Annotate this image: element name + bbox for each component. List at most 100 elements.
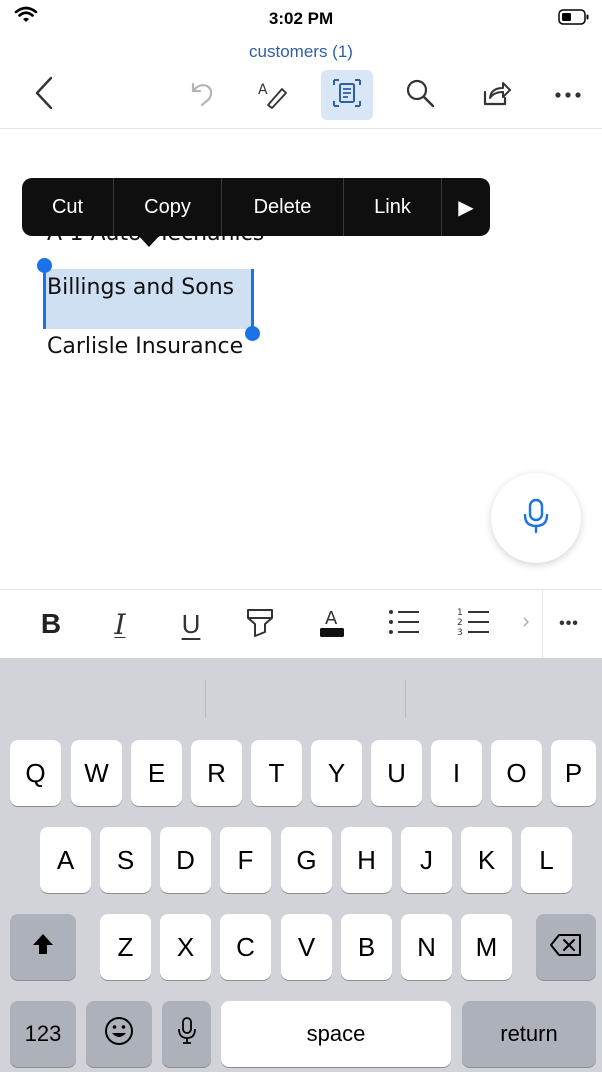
key-g[interactable]: G [281, 827, 332, 893]
dictation-key[interactable] [162, 1001, 211, 1067]
key-c[interactable]: C [220, 914, 271, 980]
selection-start-handle[interactable] [37, 258, 52, 273]
undo-button[interactable] [176, 70, 228, 120]
context-menu-cut[interactable]: Cut [22, 178, 114, 236]
key-n[interactable]: N [401, 914, 452, 980]
battery-icon [558, 9, 590, 30]
bold-button[interactable]: B [27, 600, 75, 648]
format-bar: B I U A 123 ••• [0, 589, 602, 659]
return-key[interactable]: return [462, 1001, 596, 1067]
italic-label: I [114, 607, 126, 641]
font-color-button[interactable]: A [308, 600, 356, 648]
share-icon [481, 78, 511, 113]
numbered-list-icon: 123 [457, 606, 491, 643]
document-title[interactable]: customers (1) [0, 42, 602, 62]
reading-view-icon [331, 77, 363, 114]
key-v[interactable]: V [281, 914, 332, 980]
text-format-button[interactable]: A [246, 70, 298, 120]
search-button[interactable] [394, 70, 446, 120]
key-o[interactable]: O [491, 740, 542, 806]
svg-text:3: 3 [457, 628, 463, 638]
key-d[interactable]: D [160, 827, 211, 893]
context-menu-more-arrow-icon[interactable]: ▶ [442, 178, 490, 236]
dictate-button[interactable] [491, 473, 581, 563]
prediction-divider [405, 680, 406, 718]
key-b[interactable]: B [341, 914, 392, 980]
italic-button[interactable]: I [96, 600, 144, 648]
context-menu-copy[interactable]: Copy [114, 178, 222, 236]
key-f[interactable]: F [220, 827, 271, 893]
status-bar: 3:02 PM [0, 0, 602, 40]
prediction-divider [205, 680, 206, 718]
key-s[interactable]: S [100, 827, 151, 893]
chevron-right-icon [522, 615, 530, 633]
document-line-3[interactable]: Carlisle Insurance [47, 334, 243, 359]
keyboard: Q W E R T Y U I O P A S D F G H J K L Z … [0, 658, 602, 1072]
svg-text:A: A [258, 82, 268, 98]
backspace-icon [550, 932, 582, 963]
key-a[interactable]: A [40, 827, 91, 893]
more-options-button[interactable] [542, 70, 594, 120]
context-menu-pointer [137, 234, 161, 247]
format-more-button[interactable]: ••• [545, 600, 593, 648]
key-p[interactable]: P [551, 740, 596, 806]
key-l[interactable]: L [521, 827, 572, 893]
highlight-button[interactable] [236, 600, 284, 648]
key-m[interactable]: M [461, 914, 512, 980]
undo-icon [187, 78, 217, 113]
scroll-right-indicator[interactable] [512, 600, 540, 648]
key-i[interactable]: I [431, 740, 482, 806]
key-k[interactable]: K [461, 827, 512, 893]
svg-text:2: 2 [457, 618, 463, 628]
emoji-icon [104, 1016, 134, 1053]
font-color-icon: A [317, 605, 347, 644]
format-bar-divider [542, 590, 543, 659]
status-time: 3:02 PM [268, 9, 334, 28]
key-x[interactable]: X [160, 914, 211, 980]
key-q[interactable]: Q [10, 740, 61, 806]
share-button[interactable] [470, 70, 522, 120]
selection-end-handle-bar[interactable] [251, 269, 254, 331]
key-u[interactable]: U [371, 740, 422, 806]
context-menu: Cut Copy Delete Link ▶ [22, 178, 490, 236]
selection-end-handle[interactable] [245, 326, 260, 341]
svg-text:A: A [325, 608, 338, 629]
svg-text:1: 1 [457, 608, 463, 618]
key-h[interactable]: H [341, 827, 392, 893]
format-more-label: ••• [559, 615, 579, 632]
bullet-list-icon [387, 608, 421, 641]
underline-button[interactable]: U [167, 600, 215, 648]
reading-view-button[interactable] [321, 70, 373, 120]
toolbar: A [0, 68, 602, 124]
microphone-icon [177, 1016, 196, 1052]
key-t[interactable]: T [251, 740, 302, 806]
numbered-list-button[interactable]: 123 [450, 600, 498, 648]
shift-icon [31, 932, 55, 963]
key-e[interactable]: E [131, 740, 182, 806]
bold-label: B [40, 608, 62, 639]
document-line-partial[interactable]: A-1 Auto Mechanics [47, 235, 347, 249]
back-button[interactable] [18, 70, 70, 120]
delete-key[interactable] [536, 914, 596, 980]
key-z[interactable]: Z [100, 914, 151, 980]
context-menu-link[interactable]: Link [344, 178, 442, 236]
highlighter-icon [245, 606, 275, 643]
bullet-list-button[interactable] [380, 600, 428, 648]
selection-start-handle-bar[interactable] [43, 265, 46, 329]
numbers-key[interactable]: 123 [10, 1001, 76, 1067]
document-line-2[interactable]: Billings and Sons [47, 275, 234, 300]
text-pen-icon: A [256, 77, 288, 114]
space-key[interactable]: space [221, 1001, 451, 1067]
microphone-icon [523, 498, 549, 539]
context-menu-delete[interactable]: Delete [222, 178, 344, 236]
key-r[interactable]: R [191, 740, 242, 806]
chevron-left-icon [33, 76, 55, 115]
key-j[interactable]: J [401, 827, 452, 893]
search-icon [405, 78, 435, 113]
underline-label: U [181, 608, 201, 639]
emoji-key[interactable] [86, 1001, 152, 1067]
more-horizontal-icon [554, 86, 582, 104]
key-y[interactable]: Y [311, 740, 362, 806]
shift-key[interactable] [10, 914, 76, 980]
key-w[interactable]: W [71, 740, 122, 806]
